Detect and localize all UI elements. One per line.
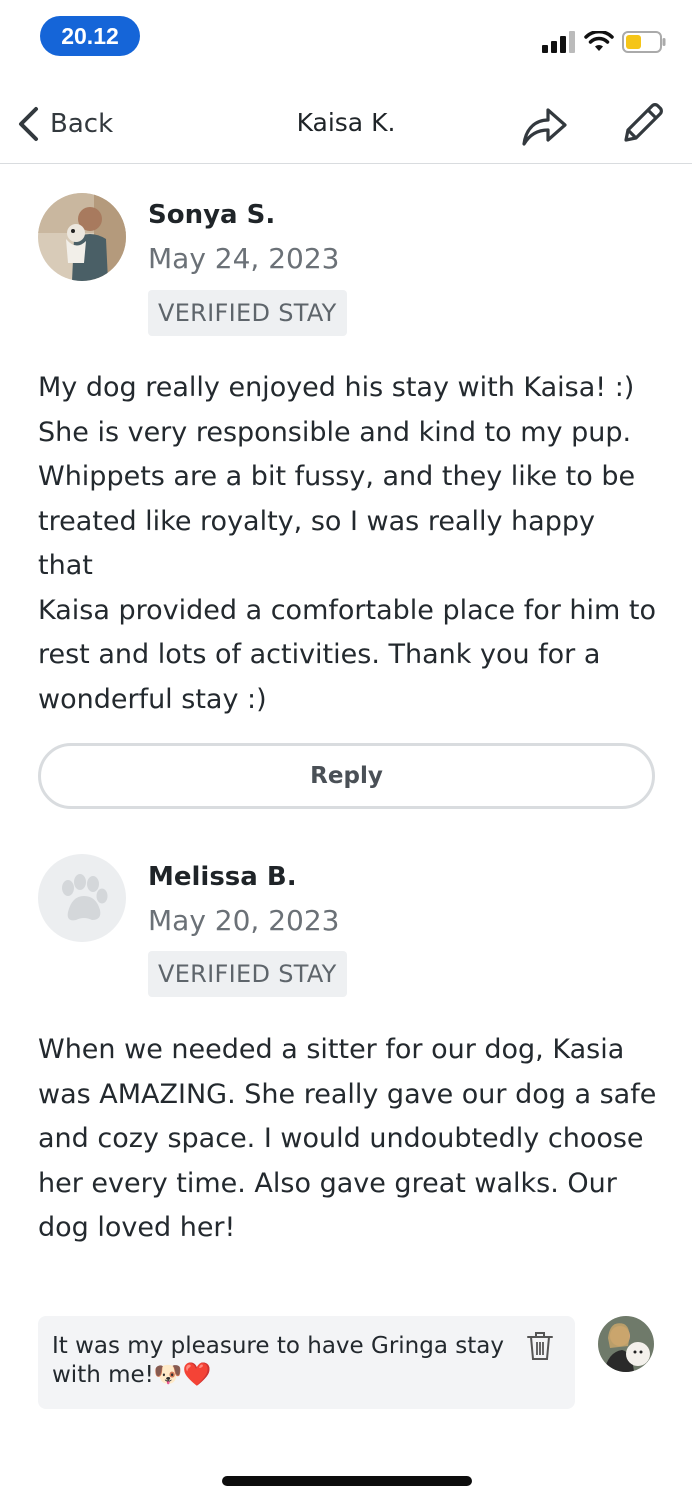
status-time: 20.12 [40, 16, 140, 56]
trash-icon [527, 1332, 553, 1360]
share-arrow-icon [522, 108, 567, 146]
reviewer-name: Melissa B. [148, 862, 297, 892]
verified-stay-badge: VERIFIED STAY [148, 290, 347, 336]
avatar [38, 193, 126, 281]
review-date: May 24, 2023 [148, 242, 340, 275]
reply-button[interactable]: Reply [38, 743, 655, 809]
battery-icon [622, 31, 666, 53]
status-icons [542, 28, 666, 56]
owner-reply-text: It was my pleasure to have Gringa stay w… [52, 1333, 504, 1388]
review-text: My dog really enjoyed his stay with Kais… [38, 372, 657, 715]
verified-stay-badge: VERIFIED STAY [148, 951, 347, 997]
owner-avatar [598, 1316, 654, 1372]
page-title: Kaisa K. [296, 108, 396, 137]
reviewer-name: Sonya S. [148, 200, 276, 230]
pencil-icon [624, 103, 663, 142]
owner-reply: It was my pleasure to have Gringa stay w… [38, 1316, 575, 1409]
paw-icon [62, 874, 108, 921]
edit-button[interactable] [618, 100, 666, 148]
delete-reply-button[interactable] [526, 1330, 554, 1362]
wifi-icon [584, 31, 614, 51]
navigation-bar: Back Kaisa K. [0, 84, 692, 164]
home-indicator [222, 1476, 472, 1486]
review-date: May 20, 2023 [148, 904, 340, 937]
signal-icon [542, 31, 575, 53]
avatar [38, 854, 126, 942]
share-button[interactable] [520, 104, 568, 148]
review-text: When we needed a sitter for our dog, Kas… [38, 1034, 657, 1243]
